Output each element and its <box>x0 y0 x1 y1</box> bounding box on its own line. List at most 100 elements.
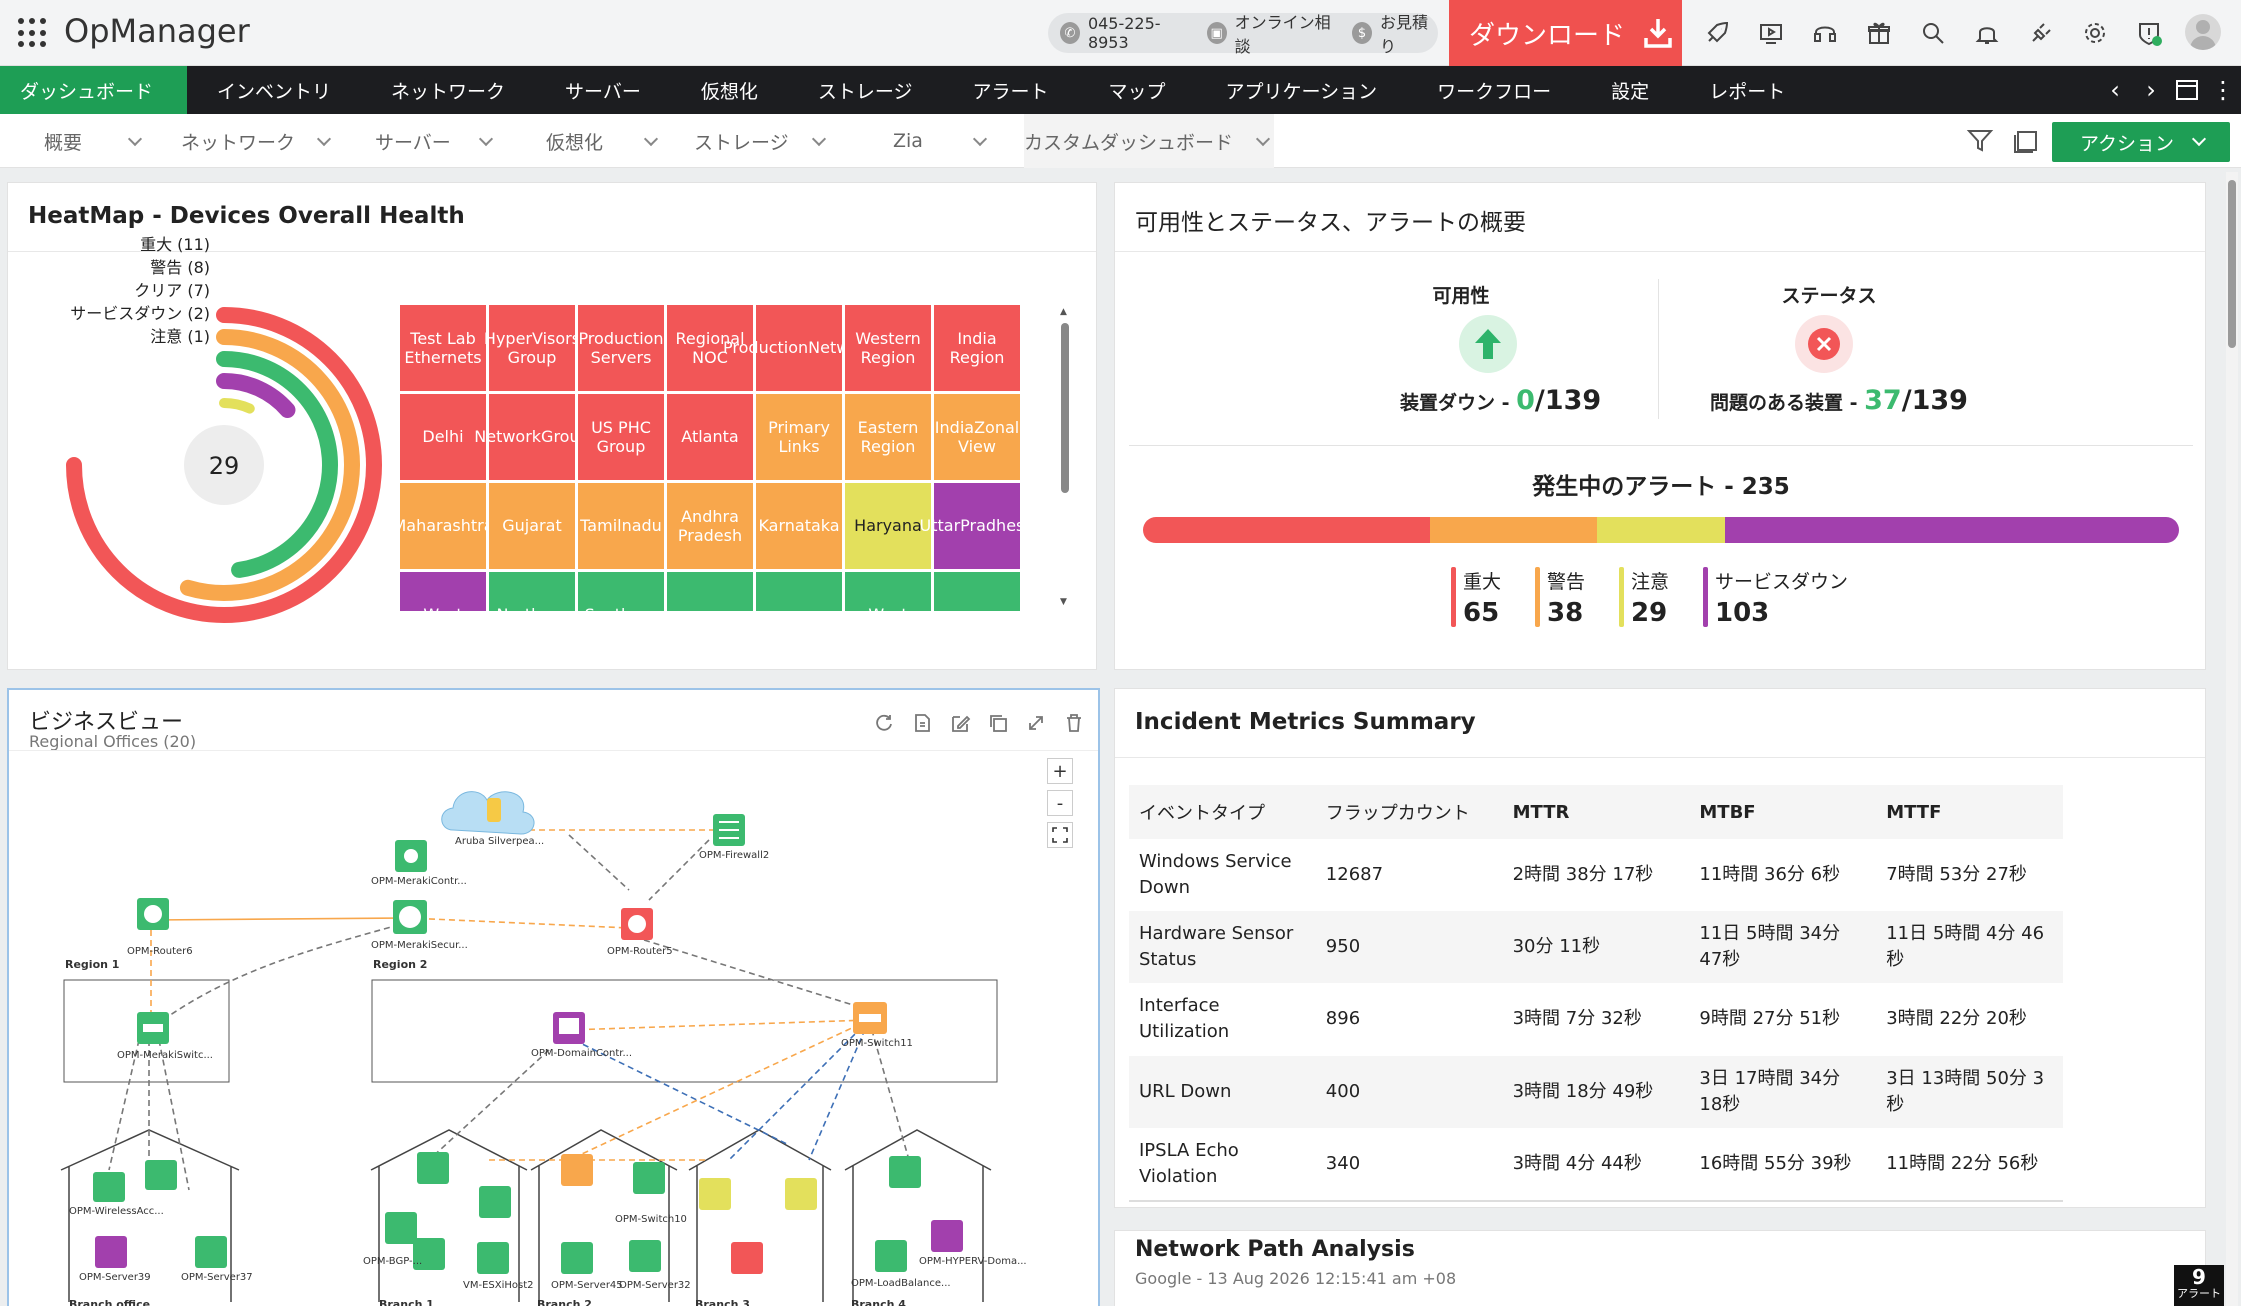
filter-icon[interactable] <box>1966 128 1994 154</box>
alert-shield-icon[interactable] <box>2122 0 2176 66</box>
headset-icon[interactable] <box>1798 0 1852 66</box>
heatmap-cell[interactable]: Primary Links <box>756 394 842 480</box>
heatmap-cell[interactable]: Production Servers <box>578 305 664 391</box>
app-grid-icon[interactable] <box>18 18 48 48</box>
column-header[interactable]: MTBF <box>1689 785 1877 839</box>
alert-severity-item[interactable]: 重大 65 <box>1451 567 1501 628</box>
subtab-storage[interactable]: ストレージ <box>694 114 834 168</box>
search-icon[interactable] <box>1906 0 1960 66</box>
quote-link[interactable]: お見積り <box>1380 9 1438 57</box>
bell-icon[interactable] <box>1960 0 2014 66</box>
heatmap-cell[interactable] <box>756 572 842 611</box>
nav-alerts[interactable]: アラート <box>943 66 1079 114</box>
nav-prev-icon[interactable]: ‹ <box>2097 66 2133 114</box>
alert-bar-segment[interactable] <box>1597 517 1725 543</box>
alert-severity-item[interactable]: 注意 29 <box>1619 567 1669 628</box>
heatmap-cell[interactable]: Maharashtra <box>400 483 494 569</box>
nav-applications[interactable]: アプリケーション <box>1196 66 1408 114</box>
nav-virtualization[interactable]: 仮想化 <box>671 66 788 114</box>
heatmap-scroll-up-icon[interactable]: ▲ <box>1060 307 1067 317</box>
alert-bar-segment[interactable] <box>1724 517 2179 543</box>
firewall-device[interactable] <box>713 814 745 846</box>
subtab-overview[interactable]: 概要 <box>44 114 194 168</box>
table-row[interactable]: Windows Service Down 12687 2時間 38分 17秒 11時間… <box>1129 839 2063 911</box>
more-vertical-icon[interactable]: ⋮ <box>2205 66 2241 114</box>
nav-inventory[interactable]: インベントリ <box>187 66 361 114</box>
alert-bar-segment[interactable] <box>1429 517 1598 543</box>
heatmap-cell[interactable]: West <box>400 572 486 611</box>
subtab-virtualization[interactable]: 仮想化 <box>546 114 666 168</box>
access-point-icon[interactable] <box>487 798 501 822</box>
heatmap-scrollbar[interactable] <box>1061 323 1069 493</box>
gift-icon[interactable] <box>1852 0 1906 66</box>
nav-maps[interactable]: マップ <box>1079 66 1196 114</box>
nav-storage[interactable]: ストレージ <box>788 66 943 114</box>
heatmap-cell[interactable]: West <box>845 572 931 611</box>
router-6-device[interactable] <box>137 898 169 930</box>
donut-ring[interactable] <box>219 398 255 414</box>
layout-icon[interactable] <box>2012 128 2040 154</box>
zoom-out-button[interactable]: - <box>1047 790 1073 816</box>
table-row[interactable]: Interface Utilization 896 3時間 7分 32秒 9時間 27… <box>1129 983 2063 1055</box>
heatmap-cell[interactable]: Andhra Pradesh <box>667 483 753 569</box>
nav-reports[interactable]: レポート <box>1679 66 1815 114</box>
heatmap-cell[interactable]: US PHC Group <box>578 394 664 480</box>
nav-next-icon[interactable]: › <box>2133 66 2169 114</box>
heatmap-cell[interactable]: Southern <box>578 572 664 611</box>
heatmap-cell[interactable]: Karnataka <box>756 483 842 569</box>
devices-down-count[interactable]: 0 <box>1516 385 1535 416</box>
heatmap-cell[interactable]: Test Lab Ethernets <box>400 305 486 391</box>
column-header[interactable]: イベントタイプ <box>1129 785 1316 839</box>
zoom-in-button[interactable]: + <box>1047 758 1073 784</box>
user-avatar[interactable] <box>2185 14 2221 50</box>
column-header[interactable]: MTTR <box>1502 785 1690 839</box>
video-icon[interactable] <box>1744 0 1798 66</box>
column-header[interactable]: フラップカウント <box>1315 785 1503 839</box>
settings-gear-icon[interactable] <box>2068 0 2122 66</box>
heatmap-cell[interactable]: Haryana <box>845 483 931 569</box>
heatmap-cell[interactable]: Tamilnadu <box>578 483 664 569</box>
table-row[interactable]: IPSLA Echo Violation 340 3時間 4分 44秒 16時間 55… <box>1129 1127 2063 1202</box>
plug-icon[interactable] <box>2014 0 2068 66</box>
nav-server[interactable]: サーバー <box>535 66 671 114</box>
nav-settings[interactable]: 設定 <box>1581 66 1679 114</box>
heatmap-cell[interactable]: India Region <box>934 305 1020 391</box>
switch-11-device[interactable] <box>853 1002 887 1034</box>
heatmap-cell[interactable]: HyperVisors Group <box>484 305 580 391</box>
domain-contr-device[interactable] <box>553 1012 585 1044</box>
heatmap-cell[interactable]: NetworkGroup <box>474 394 590 480</box>
page-scrollbar-thumb[interactable] <box>2228 180 2236 348</box>
heatmap-cell[interactable]: Western Region <box>845 305 931 391</box>
heatmap-cell[interactable]: ProductionNetwork <box>723 305 875 391</box>
column-header[interactable]: MTTF <box>1876 785 2063 839</box>
meraki-secur-device[interactable] <box>393 900 427 934</box>
heatmap-cell[interactable]: Eastern Region <box>845 394 931 480</box>
meraki-switch-device[interactable] <box>137 1012 169 1044</box>
subtab-network[interactable]: ネットワーク <box>181 114 351 168</box>
nav-workflow[interactable]: ワークフロー <box>1407 66 1581 114</box>
heatmap-cell[interactable]: Delhi <box>400 394 486 480</box>
table-row[interactable]: URL Down 400 3時間 18分 49秒 3日 17時間 34分 18秒 3日 … <box>1129 1055 2063 1128</box>
alert-severity-item[interactable]: サービスダウン 103 <box>1703 567 1848 628</box>
heatmap-scroll-down-icon[interactable]: ▼ <box>1060 597 1067 607</box>
phone-number[interactable]: 045-225-8953 <box>1088 14 1191 52</box>
heatmap-cell[interactable]: UttarPradhesh <box>920 483 1022 569</box>
branch-4-devices[interactable] <box>875 1156 963 1272</box>
fit-screen-icon[interactable] <box>1047 822 1073 848</box>
router-5-device[interactable] <box>621 908 653 940</box>
nav-network[interactable]: ネットワーク <box>361 66 535 114</box>
problem-devices-count[interactable]: 37 <box>1864 385 1902 416</box>
download-button[interactable]: ダウンロード <box>1449 0 1682 66</box>
meraki-contr-device[interactable] <box>395 840 427 872</box>
heatmap-cell[interactable]: Atlanta <box>667 394 753 480</box>
table-row[interactable]: Hardware Sensor Status 950 30分 11秒 11日 5時間 … <box>1129 911 2063 984</box>
nav-dashboard[interactable]: ダッシュボード <box>0 66 188 114</box>
subtab-server[interactable]: サーバー <box>375 114 505 168</box>
alert-bar-segment[interactable] <box>1143 517 1430 543</box>
consult-link[interactable]: オンライン相談 <box>1235 9 1337 57</box>
heatmap-cell[interactable]: IndiaZonal View <box>934 394 1020 480</box>
heatmap-cell[interactable] <box>667 572 753 611</box>
window-icon[interactable] <box>2169 66 2205 114</box>
delete-icon[interactable] <box>1063 712 1087 736</box>
alarm-count-badge[interactable]: 9 アラート <box>2174 1265 2224 1306</box>
